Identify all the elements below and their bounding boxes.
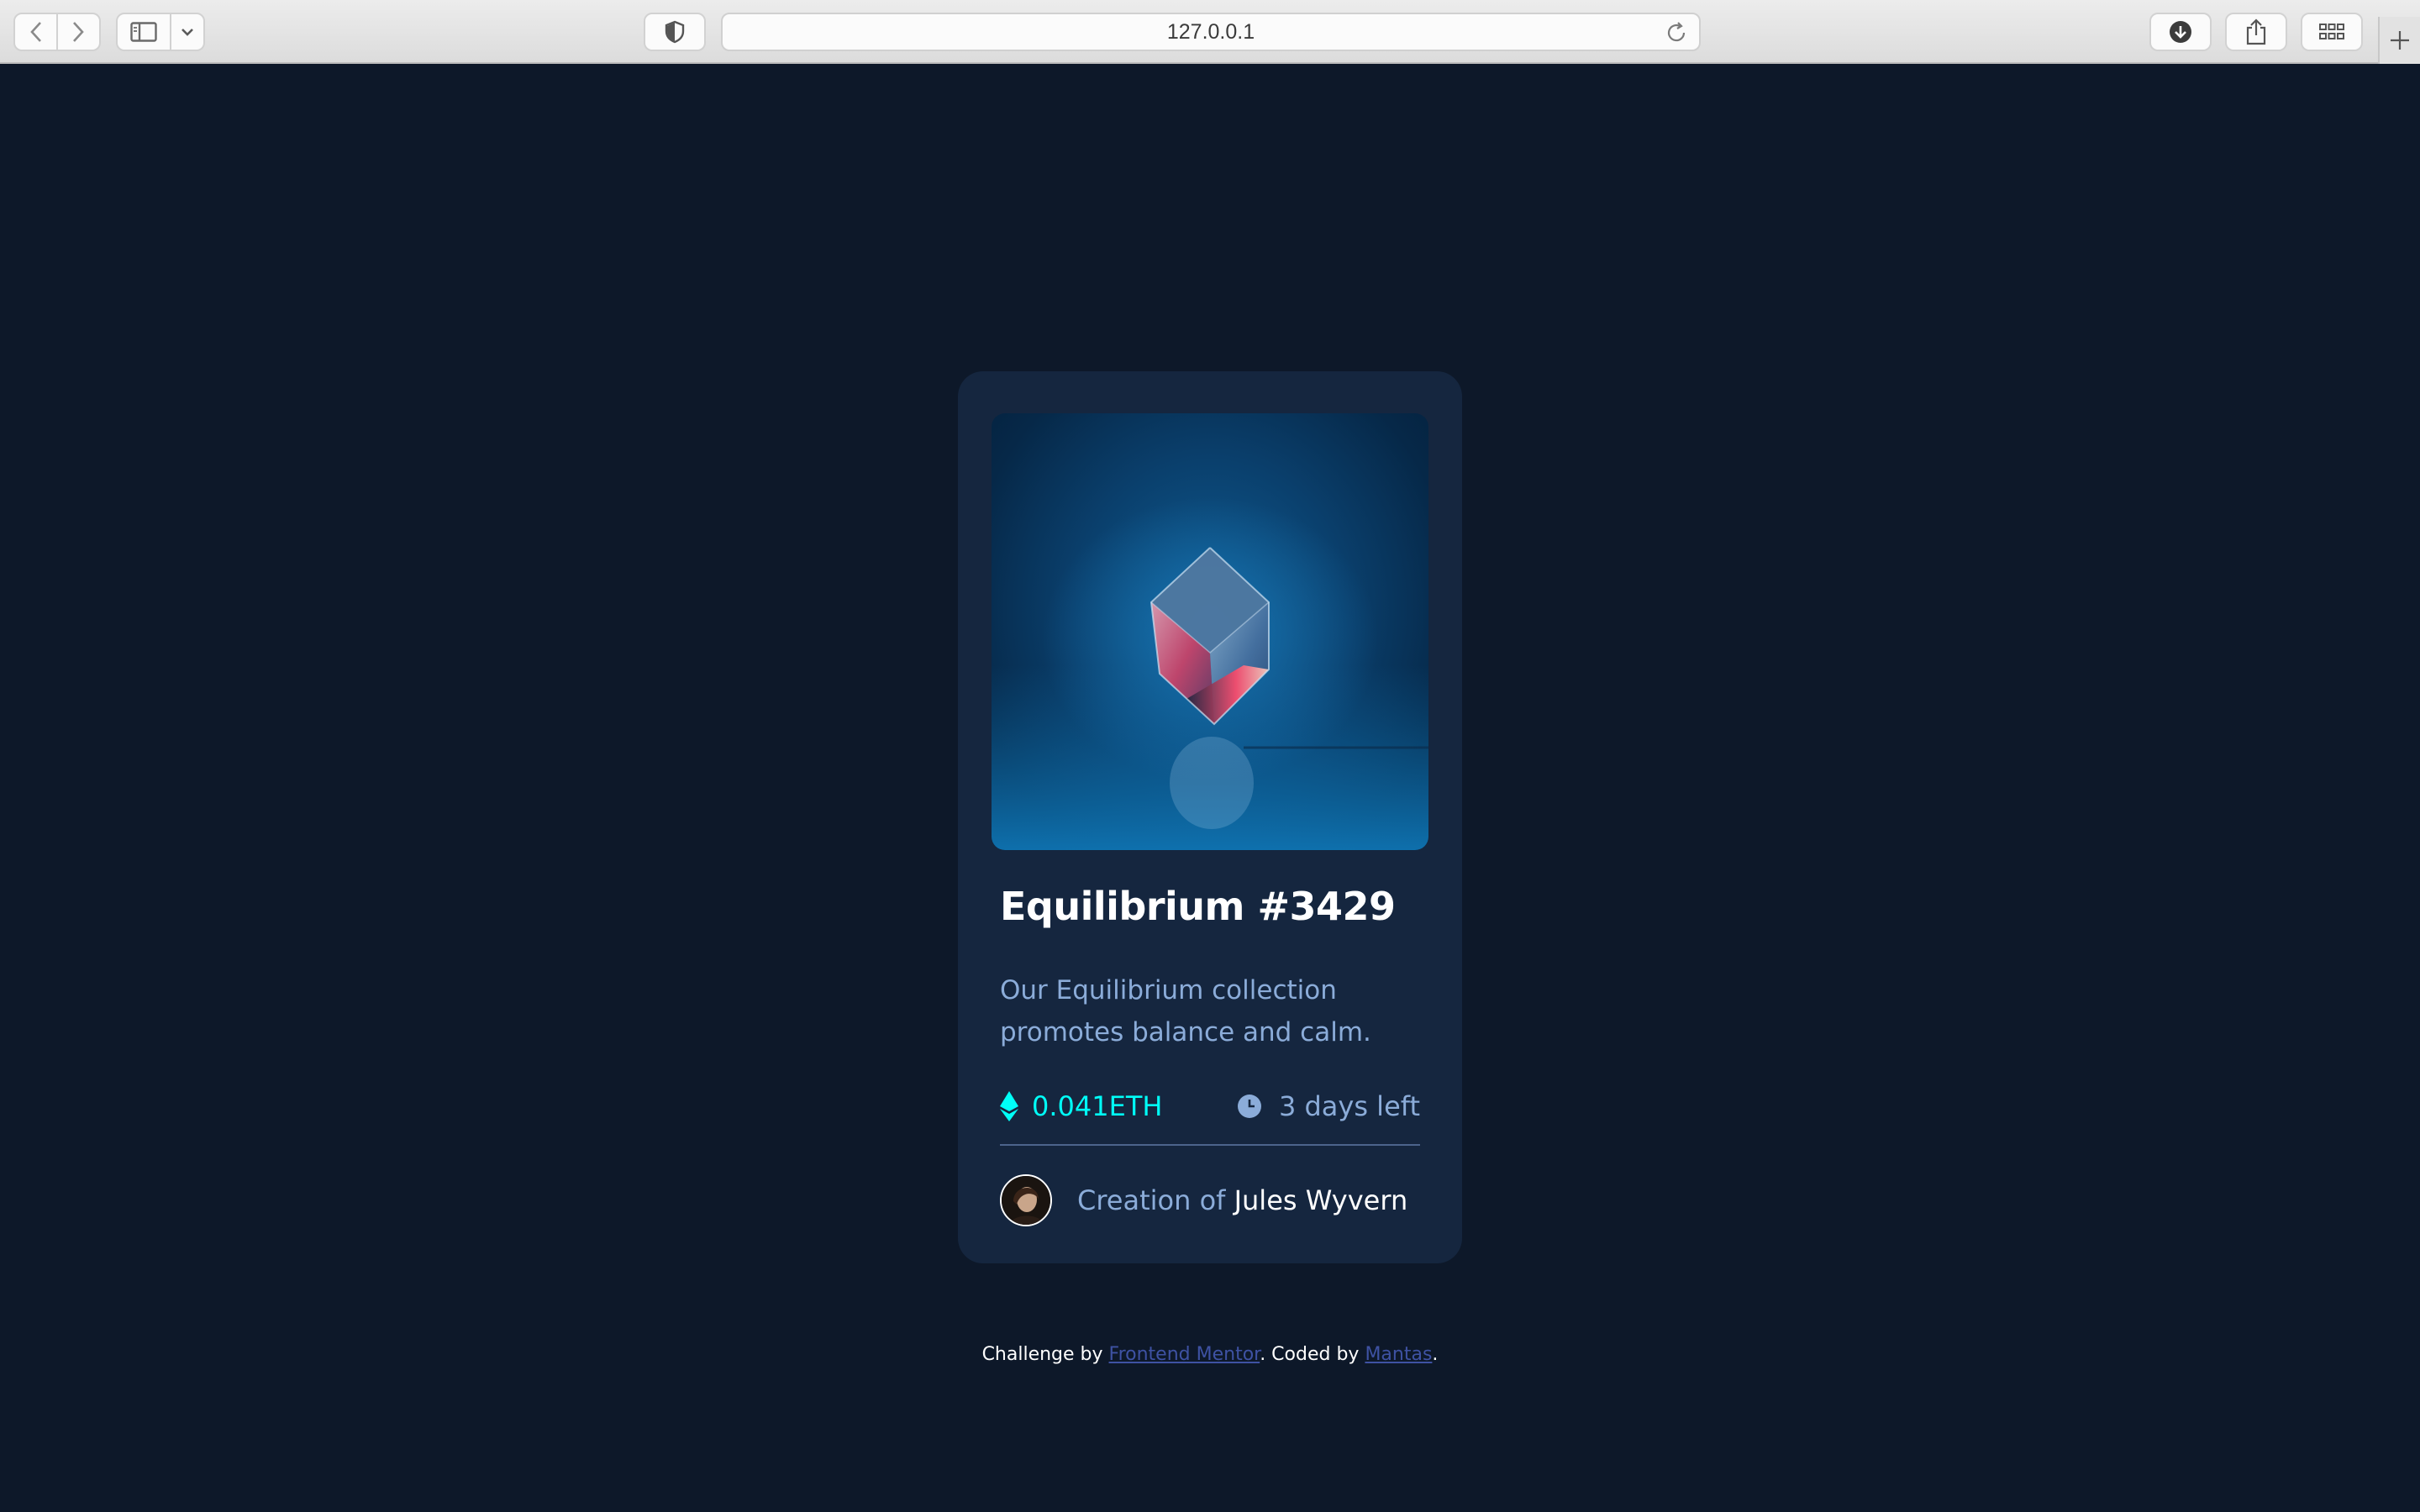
nft-card: Equilibrium #3429 Our Equilibrium collec… <box>958 371 1462 1263</box>
ethereum-icon <box>1000 1091 1018 1121</box>
sidebar-controls <box>116 13 205 51</box>
nav-buttons <box>13 13 101 51</box>
sidebar-menu-button[interactable] <box>171 14 203 50</box>
nft-image[interactable] <box>992 413 1428 850</box>
share-button[interactable] <box>2225 13 2287 51</box>
card-divider <box>1000 1144 1420 1146</box>
browser-toolbar: 127.0.0.1 <box>0 0 2420 64</box>
creator-row: Creation of Jules Wyvern <box>1000 1173 1407 1227</box>
time-group: 3 days left <box>1237 1085 1420 1127</box>
privacy-report-button[interactable] <box>644 13 706 51</box>
chevron-down-icon <box>181 29 193 36</box>
address-bar[interactable]: 127.0.0.1 <box>721 13 1701 51</box>
frontend-mentor-link[interactable]: Frontend Mentor <box>1109 1344 1260 1365</box>
creator-prefix: Creation of <box>1077 1184 1226 1216</box>
url-text: 127.0.0.1 <box>1166 19 1255 44</box>
chevron-right-icon <box>73 22 85 42</box>
creator-name-link[interactable]: Jules Wyvern <box>1234 1184 1408 1216</box>
author-link[interactable]: Mantas <box>1365 1344 1432 1365</box>
reload-icon[interactable] <box>1664 20 1689 45</box>
grid-icon <box>2319 24 2344 39</box>
price-value: 0.041ETH <box>1032 1090 1163 1122</box>
attribution-middle: . Coded by <box>1260 1344 1360 1365</box>
attribution: Challenge by Frontend Mentor. Coded by M… <box>0 1344 2420 1365</box>
nft-stats: 0.041ETH 3 days left <box>1000 1085 1420 1127</box>
clock-icon <box>1237 1095 1261 1118</box>
downloads-button[interactable] <box>2149 13 2212 51</box>
cube-illustration <box>992 497 1428 850</box>
time-left: 3 days left <box>1278 1090 1420 1122</box>
sidebar-icon <box>130 22 157 42</box>
shield-icon <box>665 20 685 44</box>
nft-description: Our Equilibrium collection promotes bala… <box>1000 975 1371 1047</box>
forward-button[interactable] <box>58 14 99 50</box>
creator-avatar-image <box>1002 1176 1050 1225</box>
avatar <box>1000 1174 1052 1226</box>
plus-icon <box>2391 31 2409 50</box>
download-icon <box>2170 21 2191 43</box>
back-button[interactable] <box>15 14 56 50</box>
new-tab-button[interactable] <box>2378 17 2420 64</box>
tab-overview-button[interactable] <box>2301 13 2363 51</box>
price-group: 0.041ETH <box>1000 1085 1162 1127</box>
attribution-suffix: . <box>1432 1344 1439 1365</box>
creator-label: Creation of Jules Wyvern <box>1077 1184 1407 1216</box>
share-icon <box>2246 18 2266 45</box>
attribution-prefix: Challenge by <box>981 1344 1103 1365</box>
sidebar-button[interactable] <box>118 14 170 50</box>
chevron-left-icon <box>29 22 41 42</box>
nft-title[interactable]: Equilibrium #3429 <box>1000 884 1396 929</box>
